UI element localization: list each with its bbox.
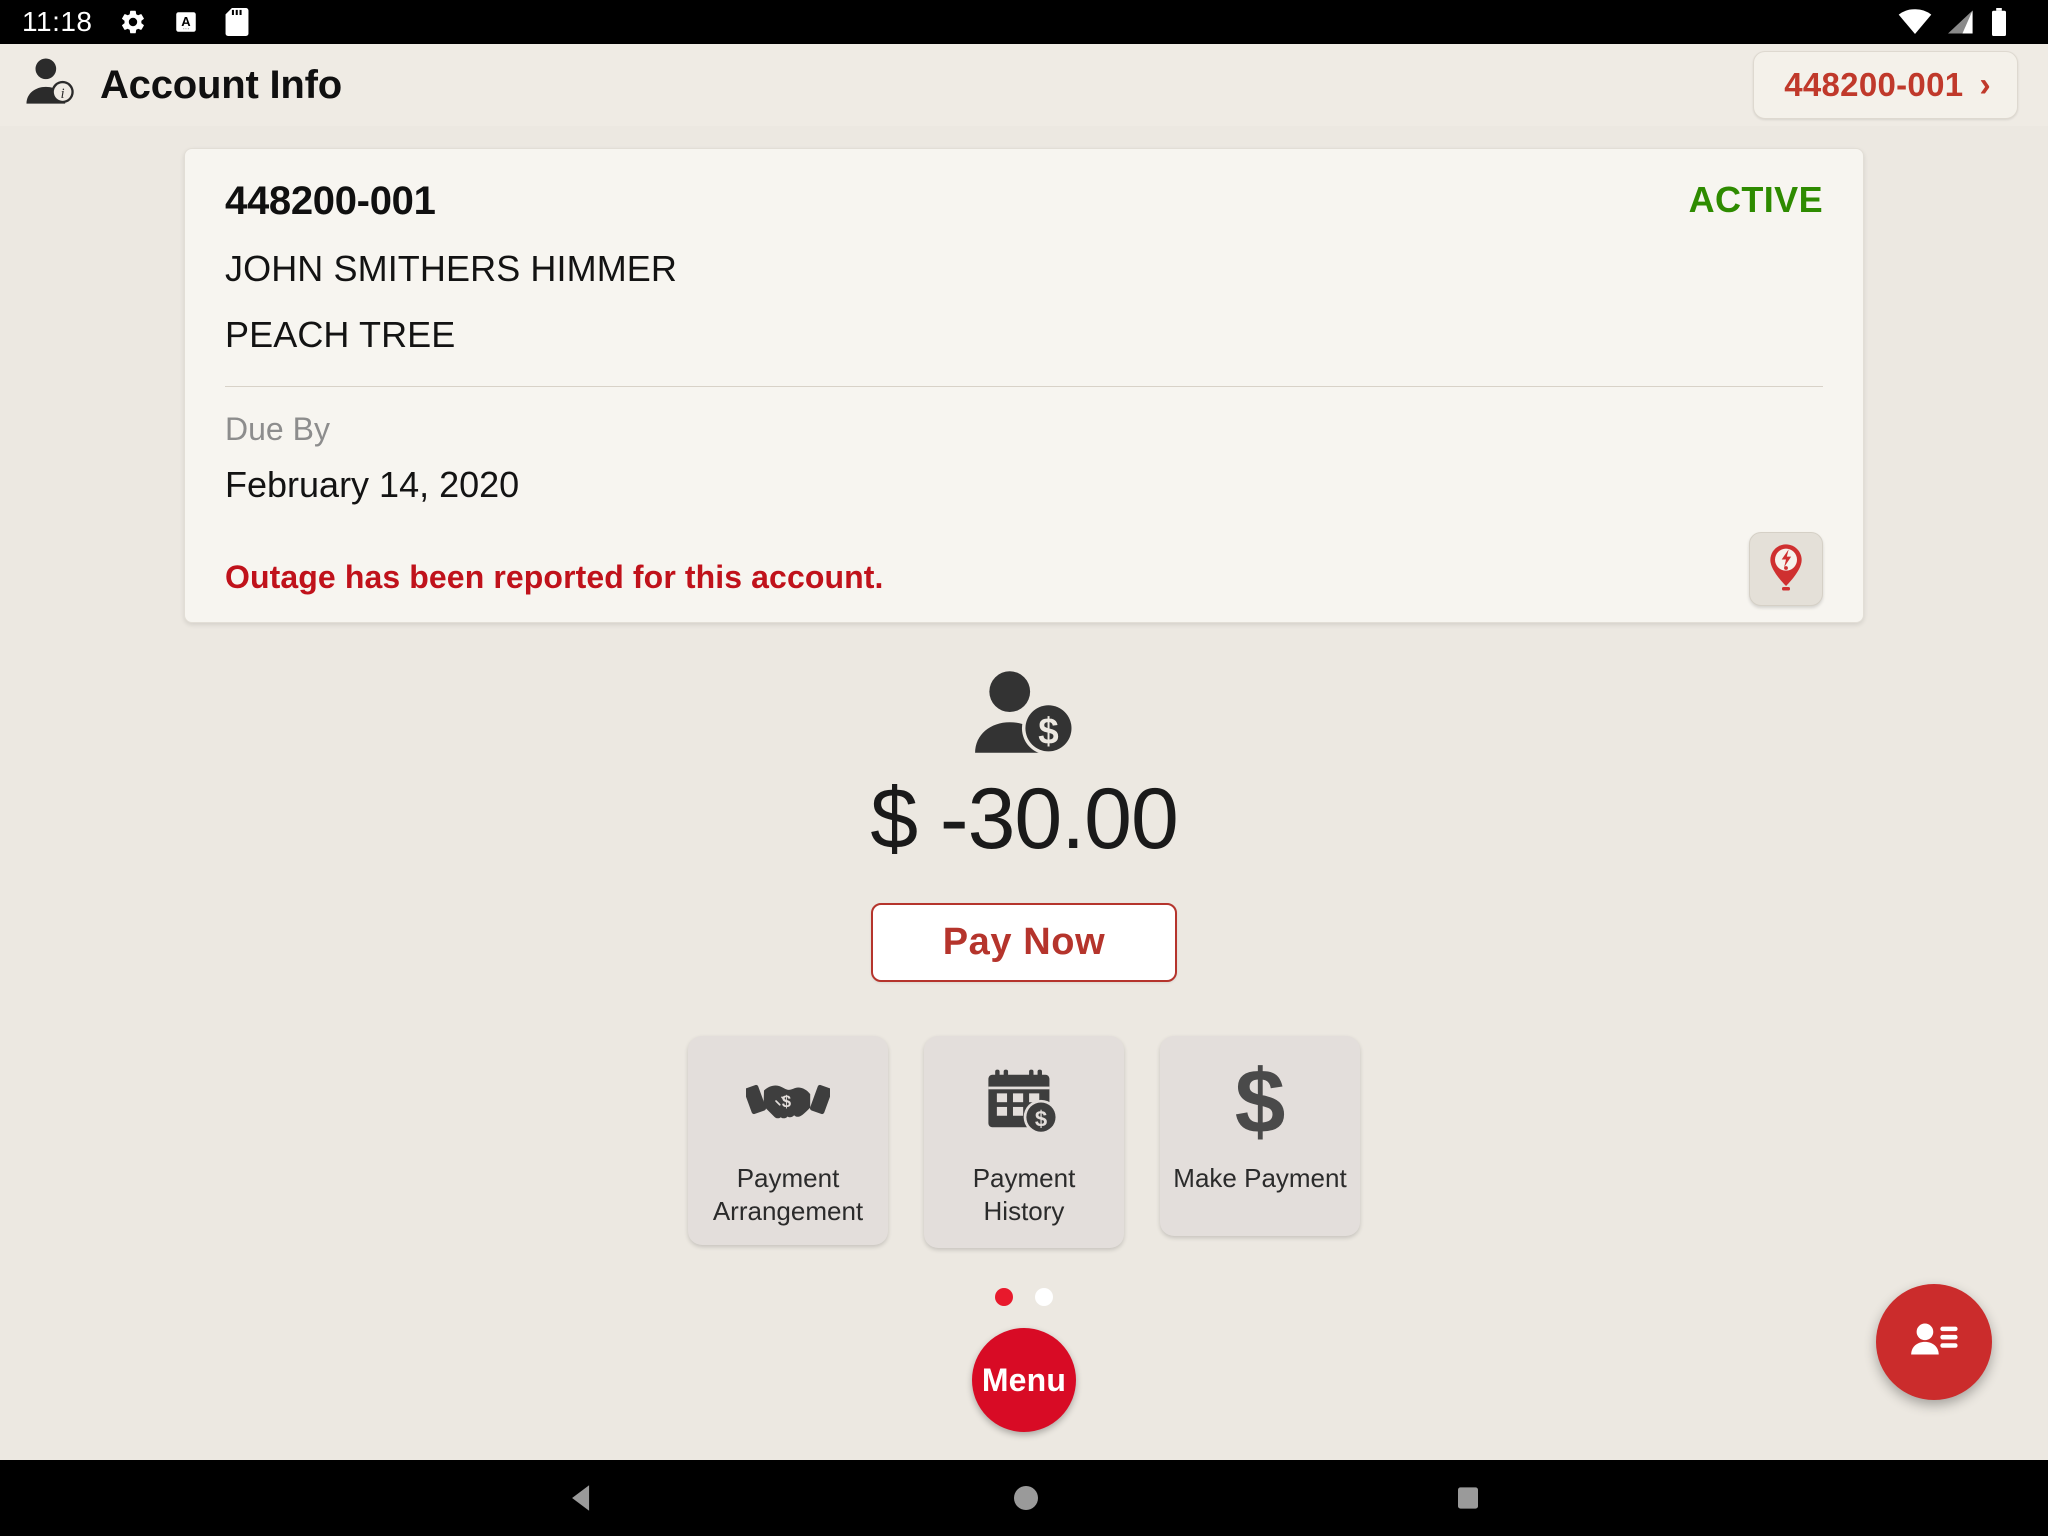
battery-icon [1990,8,2008,36]
pager-dots [995,1288,1053,1306]
tile-label-line2: History [983,1195,1065,1226]
card-divider [225,386,1823,387]
quick-actions: $ Payment Arrangement $ Payment History … [688,1036,1360,1248]
outage-row: Outage has been reported for this accoun… [225,532,1823,606]
tile-label-line1: Payment [736,1163,840,1193]
svg-text:$: $ [1035,1106,1047,1131]
customer-name: JOHN SMITHERS HIMMER [225,248,677,289]
cellular-signal-icon [1946,9,1976,35]
pay-now-button[interactable]: Pay Now [870,903,1178,982]
tile-label-make-payment: Make Payment [1173,1162,1346,1195]
android-nav-bar [0,1460,2048,1536]
gear-icon [119,8,147,36]
due-by-date: February 14, 2020 [225,464,520,505]
svg-text:i: i [61,85,65,101]
account-number: 448200-001 [225,179,436,223]
account-card-header: 448200-001 ACTIVE [225,179,1823,224]
account-info-icon: i [20,52,82,119]
status-bar-clock: 11:18 [22,6,93,37]
svg-text:$: $ [1038,711,1058,752]
handshake-dollar-icon: $ [746,1058,830,1144]
tile-label-line1: Make Payment [1173,1163,1347,1193]
due-by-label: Due By [225,411,330,447]
app-bar: i Account Info 448200-001 › [0,44,2048,126]
svg-text:$: $ [782,1093,791,1111]
contact-list-icon [1905,1311,1963,1374]
status-badge: ACTIVE [1688,179,1823,220]
recents-nav-icon[interactable] [1453,1483,1483,1513]
android-status-bar: 11:18 A ··· [0,0,2048,44]
person-dollar-icon: $ [971,669,1077,760]
balance-amount: $ -30.00 [870,771,1179,867]
pager-dot-1[interactable] [995,1288,1013,1306]
status-bar-right [1898,8,2026,36]
tile-payment-arrangement[interactable]: $ Payment Arrangement [688,1036,888,1245]
pager-dot-2[interactable] [1035,1288,1053,1306]
account-selector-label: 448200-001 [1784,66,1964,103]
menu-button[interactable]: Menu [972,1328,1076,1432]
back-nav-icon[interactable] [565,1481,599,1515]
chevron-right-icon: › [1979,66,1991,104]
svg-text:···: ··· [182,26,189,33]
sd-card-icon [225,8,249,36]
page-title: Account Info [100,62,343,107]
svg-text:$: $ [1235,1059,1286,1143]
tile-payment-history[interactable]: $ Payment History [924,1036,1124,1248]
tile-make-payment[interactable]: $ Make Payment [1160,1036,1360,1236]
tile-label-line1: Payment [972,1163,1076,1193]
outage-pin-icon [1763,542,1809,597]
calendar-dollar-icon: $ [985,1058,1063,1144]
tile-label-line2: Arrangement [712,1195,864,1226]
tile-label-payment-arrangement: Payment Arrangement [713,1162,863,1227]
tile-label-payment-history: Payment History [973,1162,1076,1227]
account-selector-button[interactable]: 448200-001 › [1753,51,2018,119]
service-address: PEACH TREE [225,314,456,355]
accounts-fab-button[interactable] [1876,1284,1992,1400]
app-bar-left: i Account Info [20,52,342,119]
status-bar-left: 11:18 A ··· [22,6,249,38]
account-card[interactable]: 448200-001 ACTIVE JOHN SMITHERS HIMMER P… [184,148,1864,623]
app-screen: 11:18 A ··· i Account Info 448200-001 › … [0,0,2048,1536]
android-auto-rotate-icon: A ··· [173,9,199,35]
wifi-icon [1898,9,1932,35]
dollar-sign-icon: $ [1230,1058,1290,1144]
home-nav-icon[interactable] [1010,1482,1042,1514]
balance-block: $ $ -30.00 Pay Now [870,669,1179,982]
main-content: 448200-001 ACTIVE JOHN SMITHERS HIMMER P… [0,126,2048,1460]
outage-message: Outage has been reported for this accoun… [225,559,884,595]
outage-pin-button[interactable] [1749,532,1823,606]
